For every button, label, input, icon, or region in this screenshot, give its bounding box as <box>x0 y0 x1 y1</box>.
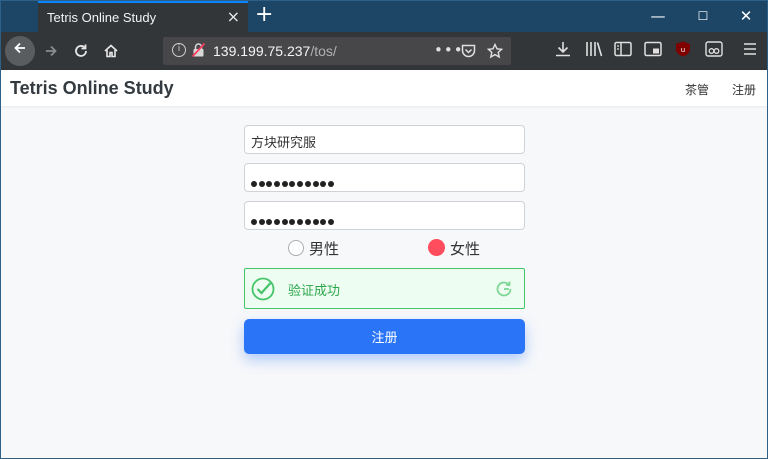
new-tab-icon[interactable]: + <box>255 2 273 27</box>
mask-dot <box>320 219 327 225</box>
url-host: 139.199.75.237 <box>213 43 311 59</box>
mask-dot <box>281 219 288 225</box>
browser-navbar: i 139.199.75.237/tos/ ••• u <box>0 32 768 70</box>
mask-dot <box>281 181 288 187</box>
url-text[interactable]: 139.199.75.237/tos/ <box>213 43 337 59</box>
menu-icon[interactable] <box>739 40 761 58</box>
mask-dot <box>297 181 304 187</box>
insecure-lock-icon[interactable] <box>192 43 205 57</box>
username-value: 方块研究服 <box>251 136 317 151</box>
back-icon[interactable] <box>5 36 35 66</box>
forward-icon[interactable] <box>36 36 66 66</box>
mask-dot <box>327 181 334 187</box>
mask-dot <box>258 219 265 225</box>
username-field[interactable]: 方块研究服 <box>244 125 525 154</box>
sidebar-icon[interactable] <box>612 40 634 58</box>
radio-male[interactable] <box>288 240 304 256</box>
password-mask <box>251 172 336 191</box>
checkmark-icon <box>251 277 275 301</box>
mask-dot <box>289 219 296 225</box>
brand-title[interactable]: Tetris Online Study <box>10 78 174 99</box>
mask-dot <box>312 181 319 187</box>
window-close-icon[interactable]: ✕ <box>724 0 768 32</box>
radio-label-male[interactable]: 男性 <box>309 238 339 259</box>
confirm-password-mask <box>251 210 336 229</box>
bookmark-star-icon[interactable] <box>487 43 503 59</box>
radio-label-female[interactable]: 女性 <box>450 238 480 259</box>
mask-dot <box>251 181 257 187</box>
screenshot-icon[interactable] <box>642 40 664 58</box>
mask-dot <box>258 181 265 187</box>
download-icon[interactable] <box>552 40 574 58</box>
mask-dot <box>312 219 319 225</box>
more-icon[interactable]: ••• <box>434 41 464 59</box>
mask-dot <box>251 219 257 225</box>
library-icon[interactable] <box>583 40 605 58</box>
nav-link-register[interactable]: 注册 <box>732 81 756 98</box>
url-bar[interactable]: i 139.199.75.237/tos/ ••• <box>163 37 511 65</box>
radio-female[interactable] <box>428 239 445 256</box>
svg-text:u: u <box>681 46 685 54</box>
verify-status: 验证成功 <box>288 284 341 299</box>
mask-dot <box>304 219 311 225</box>
mask-dot <box>327 219 334 225</box>
mask-dot <box>266 219 273 225</box>
register-button[interactable]: 注册 <box>244 319 525 354</box>
mask-dot <box>320 181 327 187</box>
info-icon[interactable]: i <box>172 43 186 57</box>
mask-dot <box>266 181 273 187</box>
mask-dot <box>274 181 281 187</box>
browser-tabbar: Tetris Online Study × + — ☐ ✕ <box>0 0 768 32</box>
ublock-icon[interactable]: u <box>672 40 694 58</box>
url-path: /tos/ <box>310 43 337 59</box>
refresh-icon[interactable] <box>494 279 514 299</box>
mask-dot <box>274 219 281 225</box>
confirm-password-field[interactable] <box>244 201 525 230</box>
tab-title: Tetris Online Study <box>47 10 157 25</box>
mask-dot <box>304 181 311 187</box>
reader-icon[interactable] <box>703 40 725 58</box>
reload-icon[interactable] <box>66 36 96 66</box>
pocket-icon[interactable] <box>461 44 476 58</box>
browser-tab[interactable]: Tetris Online Study × <box>38 1 248 32</box>
app-header: Tetris Online Study 茶管 注册 <box>0 70 768 106</box>
minimize-icon[interactable]: — <box>636 0 680 32</box>
password-field[interactable] <box>244 163 525 192</box>
nav-link-tea[interactable]: 茶管 <box>685 81 709 98</box>
tab-close-icon[interactable]: × <box>227 7 240 26</box>
captcha-verify-box[interactable]: 验证成功 <box>244 268 525 309</box>
mask-dot <box>297 219 304 225</box>
maximize-icon[interactable]: ☐ <box>681 0 725 32</box>
home-icon[interactable] <box>96 36 126 66</box>
mask-dot <box>289 181 296 187</box>
